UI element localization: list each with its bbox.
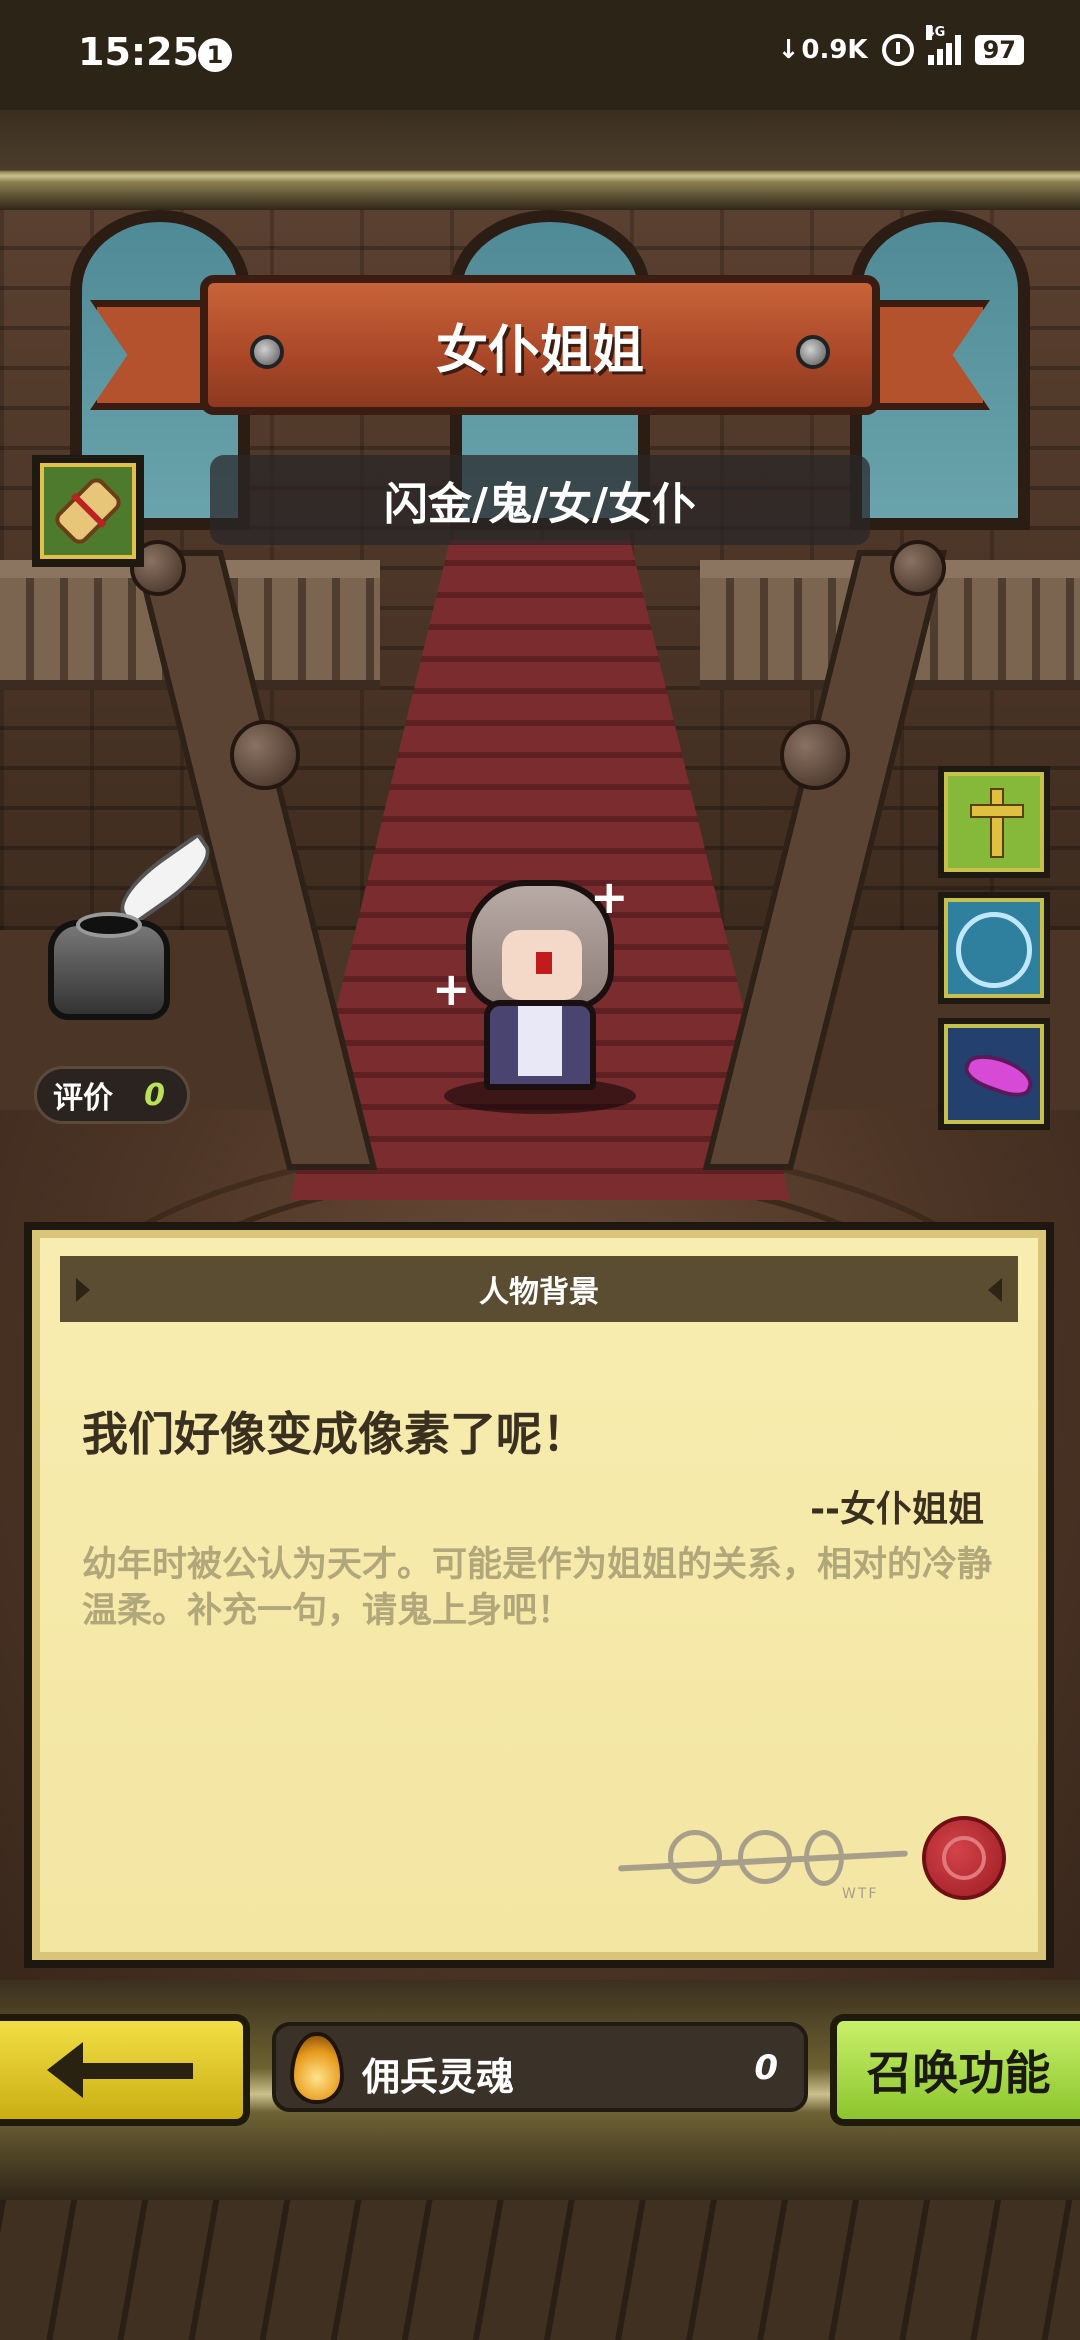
rivet-icon — [796, 335, 830, 369]
wax-seal-icon — [922, 1816, 1006, 1900]
quote-author: --女仆姐姐 — [810, 1489, 984, 1530]
sparkle-icon: + — [590, 870, 629, 924]
status-time: 15:25 — [78, 30, 199, 74]
hero-tags: 闪金/鬼/女/女仆 — [383, 479, 697, 530]
network-speed-value: 0.9K — [801, 35, 868, 65]
soul-value: 0 — [754, 2048, 778, 2088]
character-story: 幼年时被公认为天才。可能是作为姐姐的关系，相对的冷静温柔。补充一句，请鬼上身吧！ — [82, 1545, 993, 1631]
rating-badge[interactable]: 评价 0 — [34, 1066, 190, 1124]
hero-name: 女仆姐姐 — [435, 320, 644, 381]
top-frame — [0, 110, 1080, 210]
notification-badge: 1 — [198, 38, 232, 72]
railing-post-ball — [890, 540, 946, 596]
inkpot-review-button[interactable] — [40, 832, 222, 1030]
download-arrow-icon: ↓ — [777, 35, 800, 65]
wax-seal-emblem — [942, 1836, 986, 1880]
mercenary-soul-counter: 佣兵灵魂 0 — [272, 2022, 808, 2112]
magic-circle-handshake-icon — [956, 912, 1032, 988]
summon-button[interactable]: 召唤功能 — [830, 2014, 1080, 2126]
summon-label: 召唤功能 — [866, 2046, 1051, 2100]
maid-character-sprite[interactable]: + + — [432, 870, 640, 1114]
soul-flame-icon — [290, 2032, 344, 2104]
inkpot-mouth — [76, 912, 142, 938]
card-header-title: 人物背景 — [479, 1275, 599, 1310]
soul-label: 佣兵灵魂 — [362, 2055, 515, 2099]
rating-value: 0 — [144, 1077, 165, 1113]
character-background-card: 人物背景 我们好像变成像素了呢！ --女仆姐姐 幼年时被公认为天才。可能是作为姐… — [24, 1222, 1054, 1968]
arrow-right-icon — [988, 1278, 1002, 1302]
rivet-icon — [250, 335, 284, 369]
signature-stroke — [804, 1830, 844, 1886]
scroll-button[interactable] — [32, 455, 144, 567]
bottom-rock-texture — [0, 2200, 1080, 2340]
hero-tags-bar: 闪金/鬼/女/女仆 — [210, 455, 870, 545]
arrow-left-icon — [76, 1278, 90, 1302]
back-button[interactable] — [0, 2014, 250, 2126]
sparkle-icon: + — [432, 962, 471, 1016]
signal-icon: 4G — [925, 25, 961, 65]
status-indicators: ↓ 0.9K 4G 97 — [778, 25, 1024, 66]
signature: WTF — [618, 1830, 908, 1902]
character-quote: 我们好像变成像素了呢！ — [82, 1407, 588, 1461]
skill-slot-3[interactable] — [938, 1018, 1050, 1130]
back-arrow-icon — [46, 2042, 197, 2098]
purple-claw-icon — [960, 1047, 1038, 1103]
signal-type-label: 4G — [925, 25, 946, 40]
skill-slot-2[interactable] — [938, 892, 1050, 1004]
railing-post-ball — [230, 720, 300, 790]
network-speed: ↓ 0.9K — [778, 35, 868, 65]
railing-post-ball — [780, 720, 850, 790]
skill-slot-1[interactable] — [938, 766, 1050, 878]
character-eye — [536, 952, 552, 974]
scroll-icon — [51, 474, 125, 548]
card-header: 人物背景 — [60, 1256, 1018, 1322]
battery-level: 97 — [974, 35, 1024, 65]
hero-name-banner: 女仆姐姐 — [90, 250, 990, 450]
rating-label: 评价 — [53, 1081, 113, 1116]
signature-stroke — [738, 1830, 792, 1884]
status-bar: 15:25 1 ↓ 0.9K 4G 97 — [0, 0, 1080, 110]
banner-ribbon: 女仆姐姐 — [200, 275, 880, 415]
signature-subtext: WTF — [842, 1886, 879, 1902]
signature-stroke — [668, 1830, 722, 1884]
character-apron — [518, 1006, 562, 1076]
alarm-icon — [881, 34, 914, 66]
